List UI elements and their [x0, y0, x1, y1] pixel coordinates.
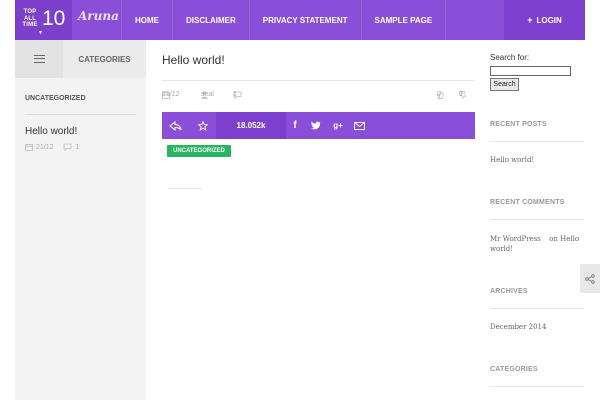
caret-down-icon: ▼ — [38, 30, 43, 36]
google-plus-share-button[interactable]: g+ — [328, 112, 348, 139]
post-meta-row: 21/12 seal 1 0 0 — [162, 91, 475, 101]
comment-on-text: on — [549, 235, 558, 243]
nav-item-privacy-statement[interactable]: PRIVACY STATEMENT — [248, 0, 361, 40]
page: TOP ALL TIME 10 ▼ Aruna HOME DISCLAIMER … — [0, 0, 600, 400]
back-arrow-icon — [169, 120, 182, 131]
content-divider — [168, 188, 202, 189]
sidebar-post-date: 21/12 — [36, 143, 54, 151]
share-count: 18.052k — [216, 112, 286, 139]
nav-item-disclaimer[interactable]: DISCLAIMER — [172, 0, 249, 40]
categories-heading: CATEGORIES — [490, 366, 538, 373]
category-badge[interactable]: UNCATEGORIZED — [167, 145, 231, 157]
recent-comments-divider — [490, 219, 584, 220]
recent-post-link[interactable]: Hello world! — [490, 155, 534, 165]
post-author: seal — [201, 91, 214, 98]
comment-icon — [63, 143, 71, 151]
search-input[interactable] — [490, 66, 571, 76]
sidebar-post-comments: 1 — [75, 143, 80, 151]
nav-item-sample-page[interactable]: SAMPLE PAGE — [360, 0, 447, 40]
star-icon — [197, 120, 208, 131]
share-bar: 18.052k f g+ — [162, 112, 475, 139]
post-title[interactable]: Hello world! — [162, 53, 225, 67]
left-sidebar: CATEGORIES UNCATEGORIZED Hello world! 21… — [15, 40, 146, 400]
floating-share-button[interactable] — [580, 264, 600, 293]
top-10-label: TOP ALL TIME — [22, 9, 38, 28]
favorite-button[interactable] — [189, 112, 216, 139]
recent-posts-divider — [490, 141, 584, 142]
recent-comment-item: Mr WordPress on Hello world! — [490, 234, 580, 254]
post-author-meta[interactable]: seal — [201, 91, 214, 99]
mail-icon — [353, 121, 365, 130]
recent-posts-heading: RECENT POSTS — [490, 121, 547, 128]
dislike-count: 0 — [459, 91, 463, 98]
email-share-button[interactable] — [349, 112, 369, 139]
sidebar-category-heading[interactable]: UNCATEGORIZED — [25, 95, 86, 102]
plus-icon: + — [527, 15, 533, 25]
categories-divider — [490, 386, 584, 387]
post-comment-count: 1 — [233, 91, 237, 98]
like-meta[interactable]: 0 — [437, 91, 447, 99]
login-label: LOGIN — [536, 15, 562, 25]
sidebar-post-link[interactable]: Hello world! — [25, 126, 77, 137]
top-10-number: 10 — [42, 7, 66, 30]
post-date: 21/12 — [162, 91, 180, 98]
archives-heading: ARCHIVES — [490, 288, 528, 295]
archives-divider — [490, 308, 584, 309]
site-logo[interactable]: Aruna — [78, 9, 119, 23]
twitter-icon — [311, 121, 321, 130]
back-button[interactable] — [162, 112, 189, 139]
top-10-button[interactable]: TOP ALL TIME 10 ▼ — [15, 0, 72, 40]
search-label: Search for: — [490, 53, 530, 62]
comment-author-link[interactable]: Mr WordPress — [490, 235, 541, 243]
like-count: 0 — [437, 91, 441, 98]
search-button[interactable]: Search — [490, 78, 519, 91]
post-comments-meta[interactable]: 1 — [233, 91, 246, 99]
facebook-share-button[interactable]: f — [286, 112, 304, 139]
post-date-meta: 21/12 — [162, 91, 180, 99]
title-divider — [162, 80, 475, 81]
archive-link[interactable]: December 2014 — [490, 322, 546, 332]
sidebar-divider — [25, 114, 136, 115]
dislike-meta[interactable]: 0 — [459, 91, 469, 99]
menu-toggle-button[interactable] — [15, 40, 63, 78]
hamburger-icon — [33, 55, 45, 63]
google-plus-icon: g+ — [333, 121, 343, 130]
twitter-share-button[interactable] — [306, 112, 326, 139]
main-navigation: HOME DISCLAIMER PRIVACY STATEMENT SAMPLE… — [121, 0, 447, 40]
calendar-icon — [25, 144, 33, 151]
facebook-icon: f — [293, 120, 297, 131]
login-button[interactable]: + LOGIN — [504, 0, 585, 40]
recent-comments-heading: RECENT COMMENTS — [490, 199, 565, 206]
nav-item-home[interactable]: HOME — [121, 0, 172, 40]
categories-tab[interactable]: CATEGORIES — [63, 40, 146, 78]
sidebar-post-meta: 21/12 1 — [25, 143, 79, 151]
share-icon — [585, 273, 595, 284]
